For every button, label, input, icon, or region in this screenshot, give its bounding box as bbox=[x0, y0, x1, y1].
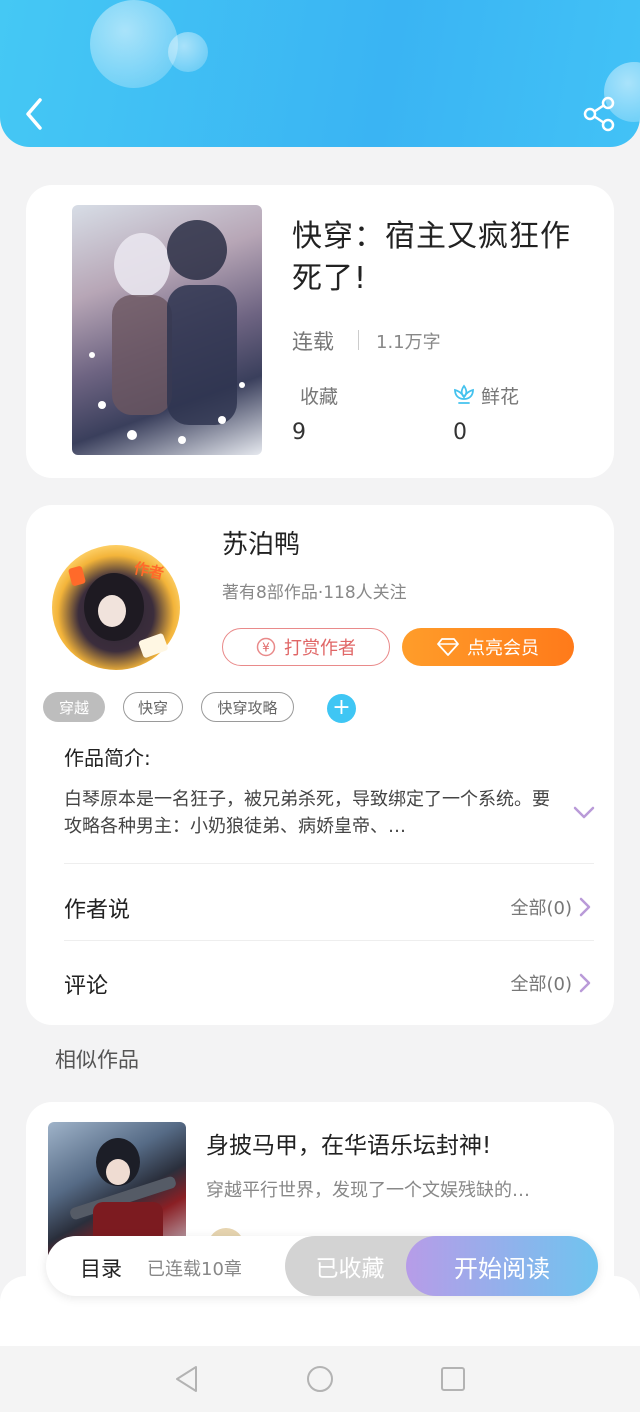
author-says-all-link[interactable]: 全部(0) bbox=[470, 892, 592, 922]
divider bbox=[64, 940, 594, 941]
yen-icon: ¥ bbox=[256, 637, 276, 657]
similar-section-title: 相似作品 bbox=[55, 1048, 139, 1072]
flowers-count: 0 bbox=[453, 420, 467, 445]
decor-bubble bbox=[168, 32, 208, 72]
row-more-label: 全部(0) bbox=[510, 898, 573, 919]
favorites-label: 收藏 bbox=[300, 386, 339, 408]
start-reading-label: 开始阅读 bbox=[454, 1254, 550, 1283]
vip-label: 点亮会员 bbox=[467, 638, 539, 659]
flowers-label: 鲜花 bbox=[481, 386, 520, 408]
author-name[interactable]: 苏泊鸭 bbox=[222, 524, 300, 561]
chapter-count: 已连载10章 bbox=[147, 1259, 242, 1280]
similar-book-title: 身披马甲，在华语乐坛封神! bbox=[206, 1133, 492, 1159]
book-title: 快穿：宿主又疯狂作死了! bbox=[292, 219, 571, 296]
tag-chip[interactable]: 快穿 bbox=[123, 692, 183, 722]
svg-text:¥: ¥ bbox=[262, 641, 270, 655]
chevron-down-icon[interactable] bbox=[572, 800, 596, 824]
divider bbox=[64, 863, 594, 864]
book-cover-image[interactable] bbox=[72, 205, 262, 455]
comments-all-link[interactable]: 全部(0) bbox=[470, 968, 592, 998]
word-count: 1.1万字 bbox=[376, 332, 441, 353]
diamond-icon bbox=[437, 638, 459, 656]
similar-book-desc: 穿越平行世界，发现了一个文娱残缺的… bbox=[206, 1180, 530, 1201]
start-reading-button[interactable]: 开始阅读 bbox=[406, 1236, 598, 1296]
toc-button[interactable]: 目录 bbox=[80, 1253, 122, 1283]
intro-text: 白琴原本是一名狂子，被兄弟杀死，导致绑定了一个系统。要攻略各种男主：小奶狼徒弟、… bbox=[64, 789, 550, 837]
flower-icon bbox=[454, 384, 474, 404]
cover-art bbox=[89, 220, 245, 444]
row-more-label: 全部(0) bbox=[510, 974, 573, 995]
collected-label: 已收藏 bbox=[315, 1256, 385, 1282]
author-says-title[interactable]: 作者说 bbox=[64, 892, 130, 924]
chevron-right-icon bbox=[579, 973, 591, 993]
intro-heading: 作品简介: bbox=[64, 746, 151, 770]
comments-title[interactable]: 评论 bbox=[64, 968, 108, 1000]
square-recent-icon[interactable] bbox=[436, 1362, 470, 1396]
chevron-right-icon bbox=[579, 897, 591, 917]
vip-button[interactable]: 点亮会员 bbox=[402, 628, 574, 666]
add-tag-button[interactable]: + bbox=[327, 694, 356, 723]
share-icon[interactable] bbox=[580, 96, 620, 132]
top-header bbox=[0, 0, 640, 147]
divider bbox=[358, 330, 359, 350]
decor-bubble bbox=[90, 0, 178, 88]
tag-chip[interactable]: 快穿攻略 bbox=[201, 692, 294, 722]
reward-label: 打赏作者 bbox=[284, 638, 356, 659]
triangle-back-icon[interactable] bbox=[170, 1362, 204, 1396]
favorites-count: 9 bbox=[292, 420, 306, 445]
chevron-left-icon[interactable] bbox=[20, 94, 50, 134]
serial-status: 连载 bbox=[292, 330, 334, 354]
reward-author-button[interactable]: ¥ 打赏作者 bbox=[222, 628, 390, 666]
circle-home-icon[interactable] bbox=[303, 1362, 337, 1396]
tag-chip[interactable]: 穿越 bbox=[43, 692, 105, 722]
author-meta: 著有8部作品·118人关注 bbox=[222, 583, 407, 603]
